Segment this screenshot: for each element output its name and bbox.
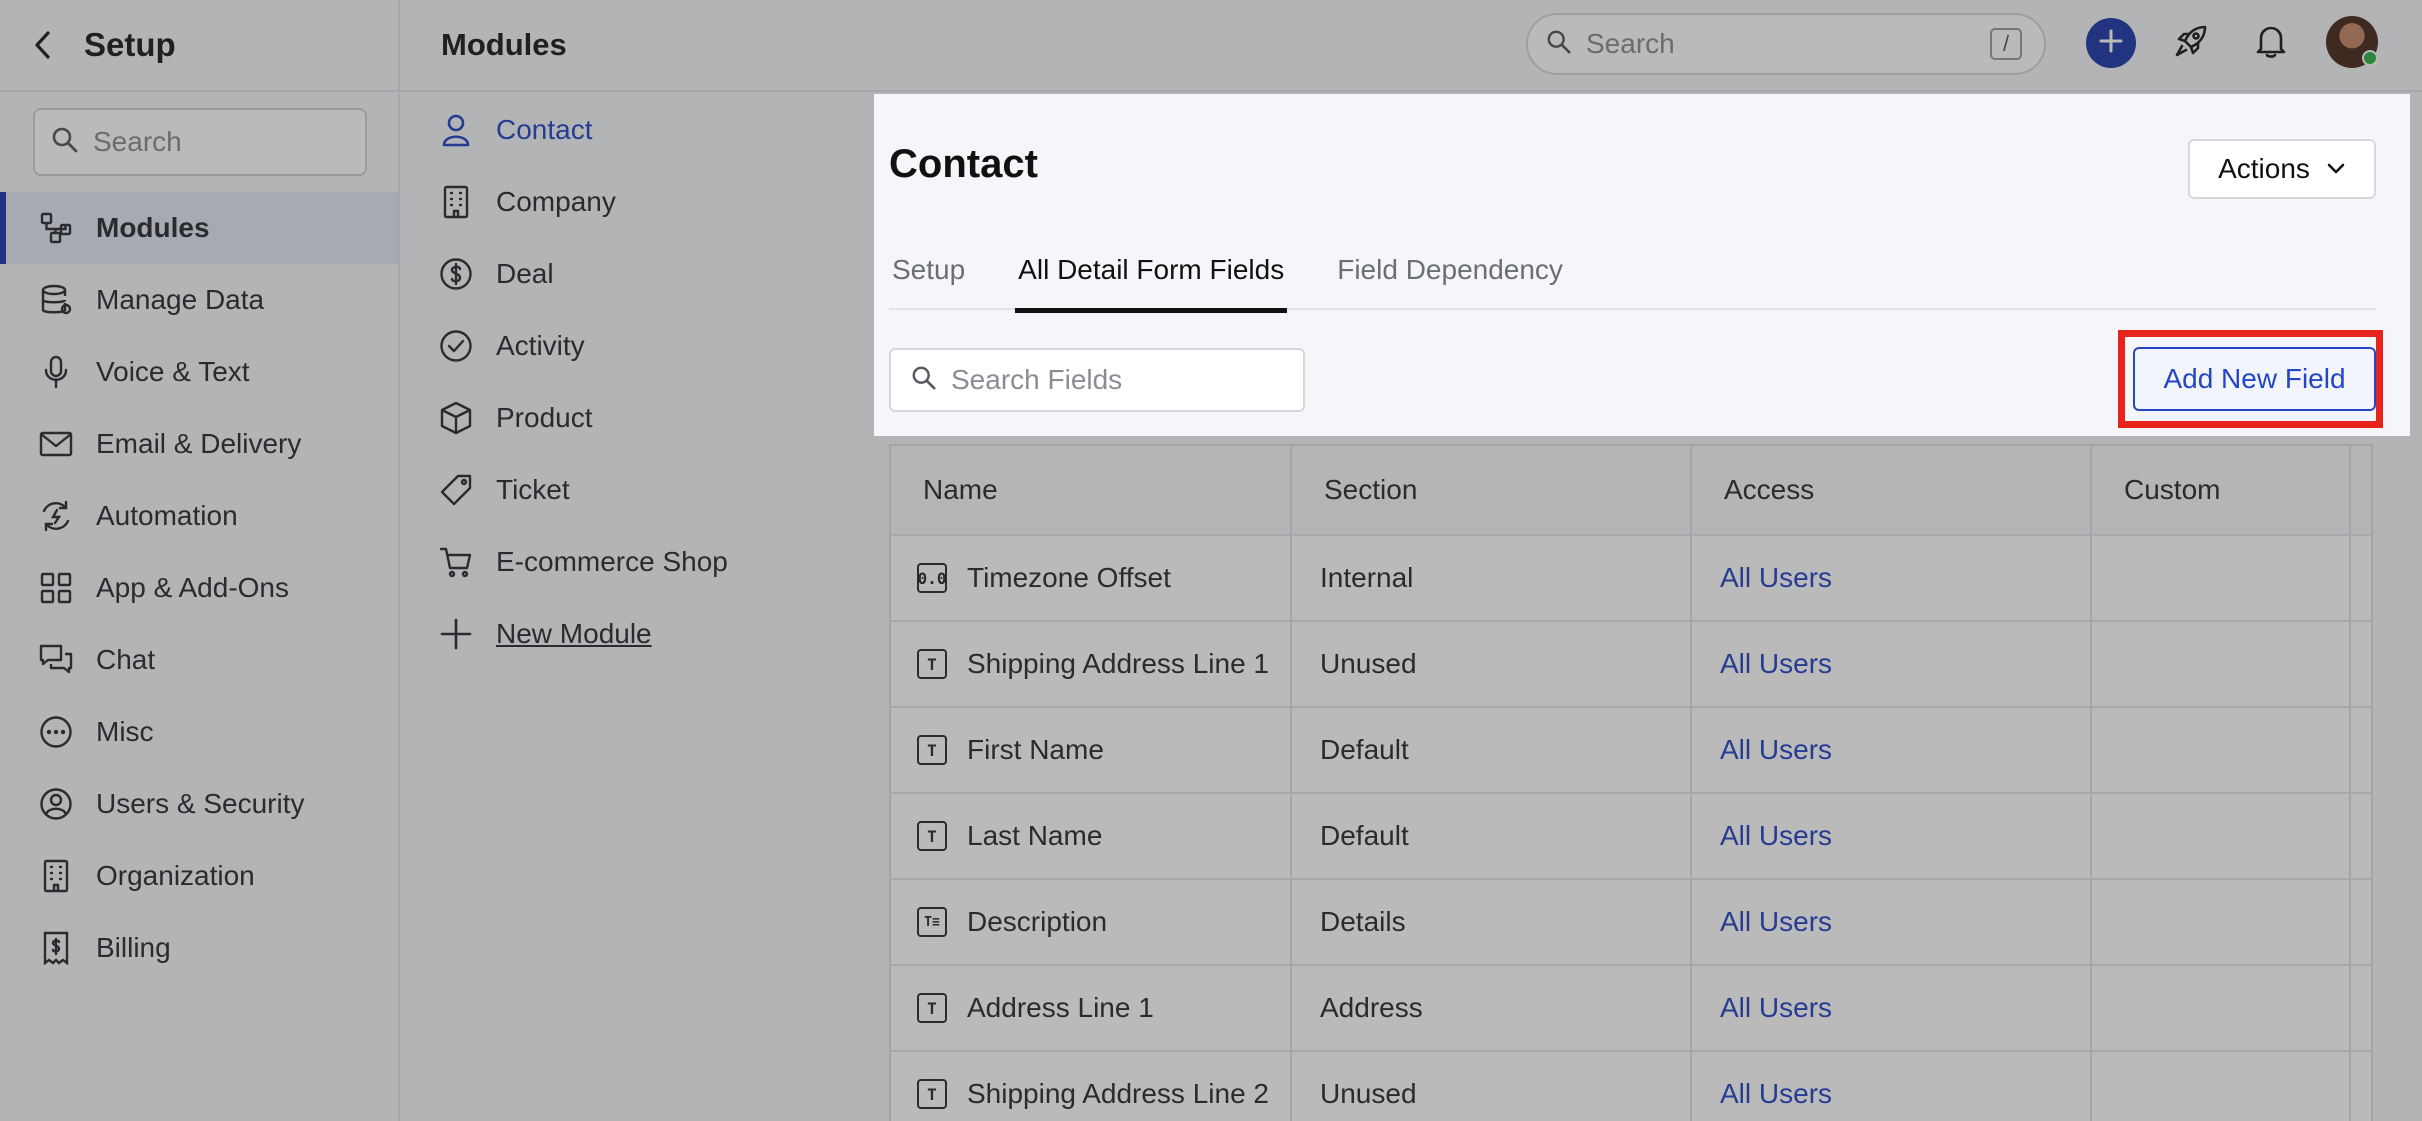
actions-dropdown-button[interactable]: Actions (2188, 139, 2376, 199)
tab-all-detail-form-fields[interactable]: All Detail Form Fields (1015, 254, 1288, 313)
module-tabs: Setup All Detail Form Fields Field Depen… (889, 254, 2376, 313)
highlight-annotation-box (2118, 330, 2383, 428)
field-search[interactable] (889, 348, 1305, 412)
chevron-down-icon (2326, 162, 2346, 176)
tab-field-dependency[interactable]: Field Dependency (1334, 254, 1566, 310)
actions-label: Actions (2218, 153, 2310, 184)
contact-module-panel: Contact Actions Setup All Detail Form Fi… (874, 94, 2410, 436)
tab-setup[interactable]: Setup (889, 254, 968, 310)
module-title: Contact (889, 142, 1038, 186)
field-search-input[interactable] (951, 364, 1291, 396)
search-icon (911, 365, 937, 396)
